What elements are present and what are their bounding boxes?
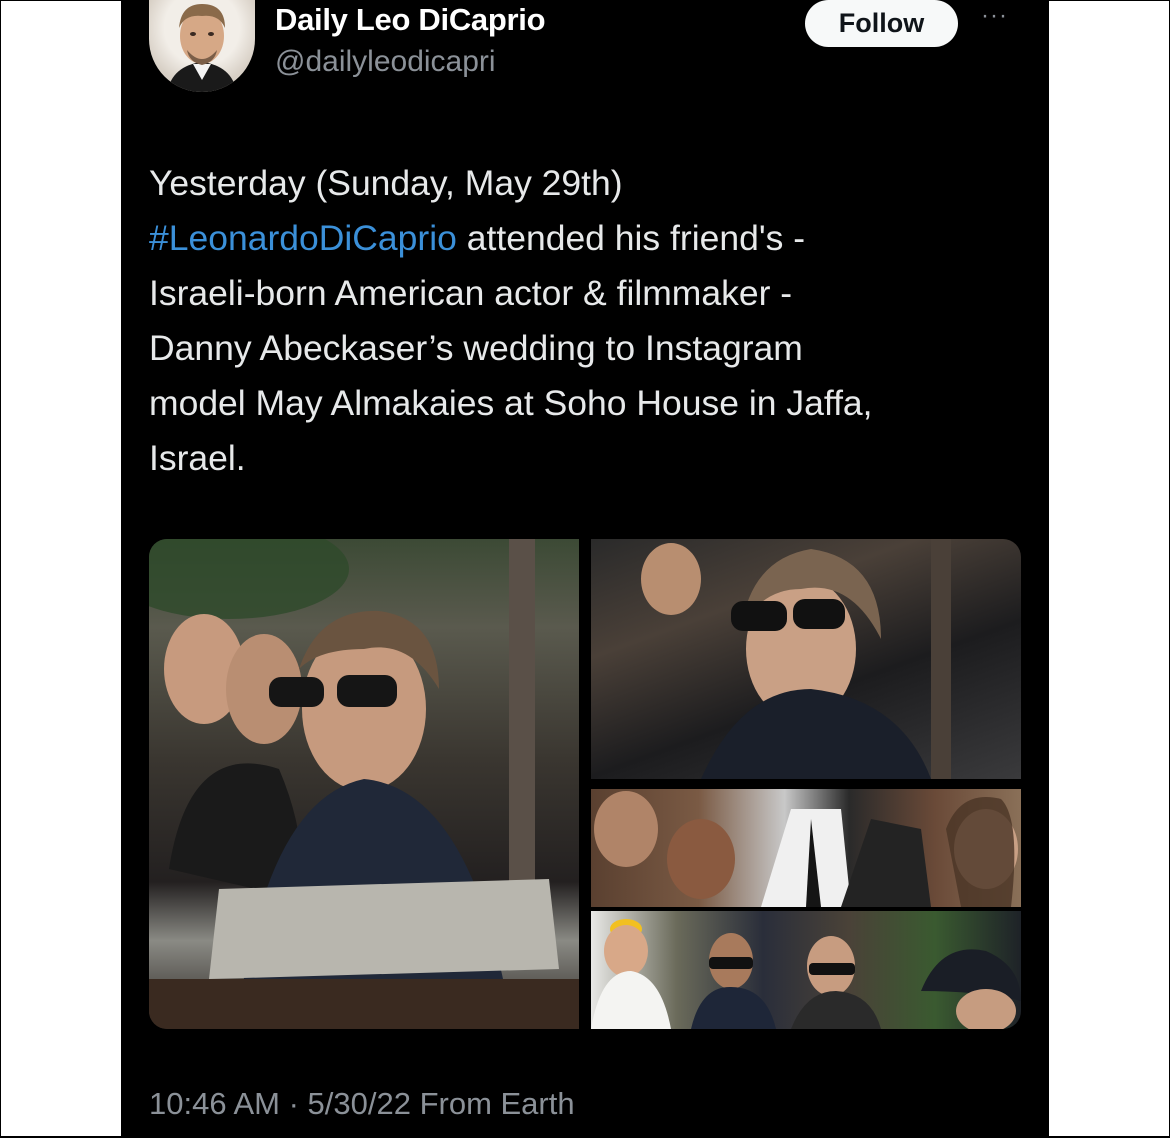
tweet-text-line: #LeonardoDiCaprio attended his friend's … bbox=[149, 211, 1009, 266]
media-grid bbox=[149, 539, 1021, 1029]
photo-middle-right[interactable] bbox=[591, 789, 1021, 907]
avatar-portrait-image bbox=[167, 4, 237, 92]
hashtag-link[interactable]: #LeonardoDiCaprio bbox=[149, 218, 457, 258]
tweet-text-line: Israel. bbox=[149, 438, 246, 478]
photo-top-right[interactable] bbox=[591, 539, 1021, 779]
username-handle[interactable]: @dailyleodicapri bbox=[275, 45, 496, 79]
photo-middle-right-image bbox=[594, 791, 1018, 907]
photo-bottom-right-image bbox=[591, 919, 1021, 1029]
tweet-text-line: Danny Abeckaser’s wedding to Instagram bbox=[149, 328, 803, 368]
photo-top-right-image bbox=[641, 539, 951, 779]
photo-bottom-right[interactable] bbox=[591, 911, 1021, 1029]
avatar[interactable] bbox=[149, 0, 255, 92]
more-options-icon[interactable]: ··· bbox=[981, 2, 1008, 30]
photo-main-image bbox=[149, 539, 579, 1029]
tweet-text-line: Israeli-born American actor & filmmaker … bbox=[149, 273, 793, 313]
tweet-text-line: Yesterday (Sunday, May 29th) bbox=[149, 163, 623, 203]
tweet-timestamp[interactable]: 10:46 AM · 5/30/22 From Earth bbox=[149, 1086, 575, 1122]
photo-main[interactable] bbox=[149, 539, 579, 1029]
tweet-text-segment: attended his friend's - bbox=[456, 218, 806, 258]
display-name[interactable]: Daily Leo DiCaprio bbox=[275, 2, 546, 38]
tweet-card: Daily Leo DiCaprio @dailyleodicapri Foll… bbox=[121, 0, 1049, 1137]
follow-button[interactable]: Follow bbox=[805, 0, 958, 47]
tweet-text: Yesterday (Sunday, May 29th) #LeonardoDi… bbox=[149, 156, 1009, 486]
tweet-text-line: model May Almakaies at Soho House in Jaf… bbox=[149, 383, 873, 423]
